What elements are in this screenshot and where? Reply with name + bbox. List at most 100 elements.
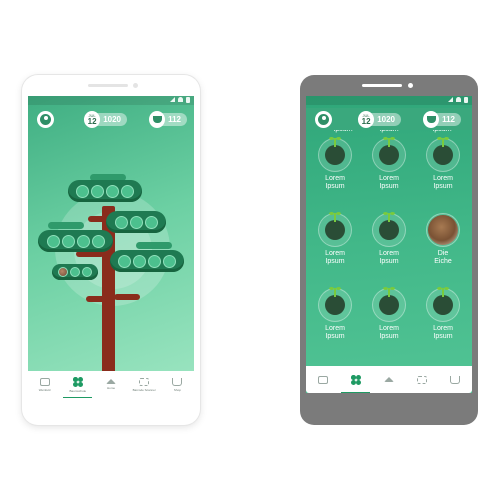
- nav-shop[interactable]: Shop: [161, 371, 194, 398]
- battery-icon: [186, 97, 190, 103]
- trophy-pill[interactable]: 112: [149, 111, 187, 128]
- tree-branch: [88, 216, 106, 222]
- sprout-icon: [325, 137, 345, 165]
- points-value: 1020: [103, 115, 121, 124]
- leaf-slot[interactable]: [91, 234, 105, 248]
- sprout-icon: [325, 287, 345, 315]
- status-bar: [306, 96, 472, 105]
- nav-barcode-scanner[interactable]: Barcode Scanner: [128, 371, 161, 398]
- tree-photo-leaf[interactable]: [58, 267, 68, 277]
- sprout-icon: [379, 137, 399, 165]
- plant-circle: [318, 137, 352, 172]
- plant-card[interactable]: Lorem Ipsum: [418, 287, 468, 341]
- plant-circle: [426, 213, 460, 247]
- top-bar: JUL 12 1020 112: [28, 108, 194, 130]
- nav-baumschule[interactable]: Baumschule: [61, 371, 94, 398]
- barcode-icon: [417, 375, 428, 384]
- wallet-icon: [317, 375, 328, 384]
- nav-home[interactable]: [372, 366, 405, 393]
- plant-circle: [318, 212, 352, 247]
- trophy-value: 112: [168, 115, 181, 124]
- leaf-slot[interactable]: [129, 215, 143, 229]
- front-camera: [133, 83, 138, 88]
- bottom-navigation: Weinfeld Baumschule Home Barcode Scanner…: [28, 371, 194, 398]
- sprout-icon: [325, 212, 345, 240]
- wifi-icon: [178, 97, 183, 102]
- leaf-slot[interactable]: [76, 184, 89, 198]
- leaf-slot[interactable]: [121, 184, 134, 198]
- canopy-branch-4[interactable]: [110, 250, 184, 272]
- nav-baumschule[interactable]: [339, 366, 372, 393]
- leaf-slot[interactable]: [61, 234, 75, 248]
- plant-card[interactable]: Lorem Ipsum: [418, 137, 468, 191]
- barcode-icon: [139, 377, 150, 386]
- sprout-icon: [379, 287, 399, 315]
- status-bar: [28, 96, 194, 105]
- plant-card[interactable]: Lorem Ipsum: [364, 287, 414, 341]
- plant-circle: [426, 137, 460, 172]
- front-camera: [408, 83, 413, 88]
- nav-weinfeld[interactable]: [306, 366, 339, 393]
- plant-circle: [426, 287, 460, 322]
- tree-branch: [114, 294, 140, 300]
- canopy-branch-5[interactable]: [52, 264, 98, 280]
- plant-card[interactable]: Lorem Ipsum: [310, 137, 360, 191]
- trophy-pill[interactable]: 112: [423, 111, 461, 128]
- plant-card[interactable]: Lorem Ipsum: [310, 287, 360, 341]
- points-pill[interactable]: JUL 12 1020: [84, 111, 127, 128]
- plant-circle: [318, 287, 352, 322]
- plant-card[interactable]: Lorem Ipsum: [364, 212, 414, 266]
- leaf-slot[interactable]: [91, 184, 104, 198]
- phone-left: JUL 12 1020 112 Weinfeld Baumschule Home…: [22, 75, 200, 425]
- sprout-icon: [379, 212, 399, 240]
- nav-home[interactable]: Home: [94, 371, 127, 398]
- cart-icon: [172, 377, 183, 386]
- leaf-slot[interactable]: [114, 215, 128, 229]
- leaf-slot[interactable]: [163, 254, 176, 268]
- sprout-icon: [433, 137, 453, 165]
- nav-weinfeld[interactable]: Weinfeld: [28, 371, 61, 398]
- tree-branch: [86, 296, 106, 302]
- leaf-slot[interactable]: [133, 254, 146, 268]
- signal-icon: [170, 97, 175, 102]
- leaf-slot[interactable]: [82, 267, 92, 277]
- plant-card[interactable]: Lorem Ipsum: [364, 137, 414, 191]
- phone-right: Ipsum Ipsum Ipsum JUL 12 1020 112: [300, 75, 478, 425]
- trophy-value: 112: [442, 115, 455, 124]
- trophy-icon: [423, 111, 440, 128]
- battery-icon: [464, 97, 468, 103]
- clover-icon: [350, 374, 361, 385]
- profile-button[interactable]: [37, 111, 54, 128]
- nav-shop[interactable]: [439, 366, 472, 393]
- oak-tree-photo: [428, 215, 458, 245]
- canopy-header: [48, 222, 84, 229]
- leaf-slot[interactable]: [148, 254, 161, 268]
- plant-card-oak[interactable]: Die Eiche: [418, 213, 468, 266]
- calendar-badge: JUL 12: [358, 111, 375, 128]
- calendar-badge: JUL 12: [84, 111, 101, 128]
- leaf-slot[interactable]: [118, 254, 131, 268]
- leaf-slot[interactable]: [76, 234, 90, 248]
- leaf-slot[interactable]: [46, 234, 60, 248]
- wifi-icon: [456, 97, 461, 102]
- nav-barcode-scanner[interactable]: [406, 366, 439, 393]
- trophy-icon: [149, 111, 166, 128]
- clover-icon: [72, 376, 83, 387]
- cart-icon: [450, 375, 461, 384]
- canopy-branch-2[interactable]: [106, 211, 166, 233]
- plant-circle: [372, 212, 406, 247]
- canopy-branch-3[interactable]: [38, 230, 113, 252]
- leaf-slot[interactable]: [106, 184, 119, 198]
- plant-card[interactable]: Lorem Ipsum: [310, 212, 360, 266]
- mockup-stage: JUL 12 1020 112 Weinfeld Baumschule Home…: [0, 0, 500, 500]
- profile-button[interactable]: [315, 111, 332, 128]
- canopy-header: [136, 242, 172, 249]
- canopy-branch-1[interactable]: [68, 180, 142, 202]
- signal-icon: [448, 97, 453, 102]
- sprout-icon: [433, 287, 453, 315]
- speaker-grille: [88, 84, 128, 87]
- points-pill[interactable]: JUL 12 1020: [358, 111, 401, 128]
- leaf-slot[interactable]: [70, 267, 80, 277]
- bottom-navigation: [306, 366, 472, 393]
- leaf-slot[interactable]: [144, 215, 158, 229]
